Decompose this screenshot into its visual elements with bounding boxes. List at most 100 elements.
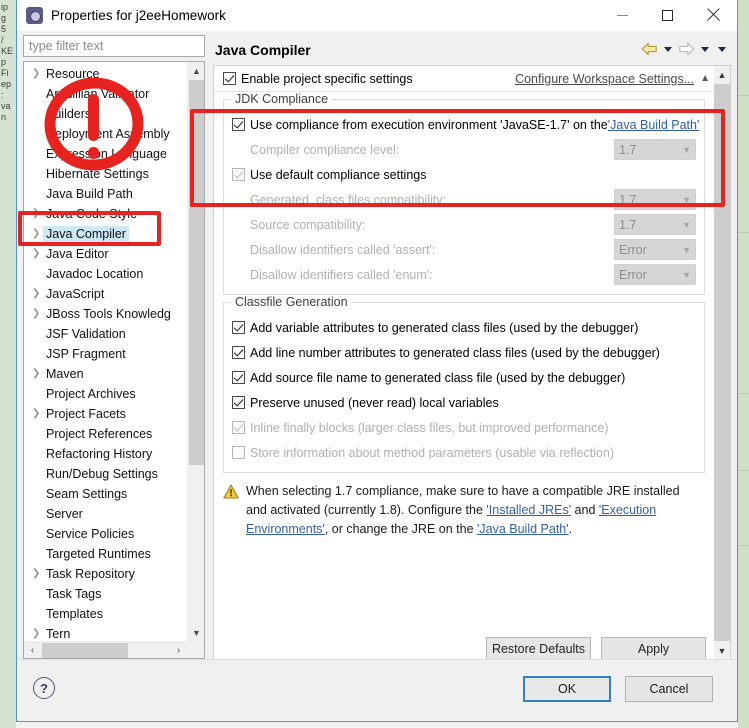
sidebar-item-arquillian-validator[interactable]: ❯Arquillian Validator xyxy=(24,84,187,104)
sidebar-item-service-policies[interactable]: ❯Service Policies xyxy=(24,524,187,544)
classfile-option-checkbox[interactable] xyxy=(232,446,245,459)
page-scroll-up-icon[interactable]: ▲ xyxy=(714,66,730,83)
sidebar-item-project-archives[interactable]: ❯Project Archives xyxy=(24,384,187,404)
sidebar-item-expression-language[interactable]: ❯Expression Language xyxy=(24,144,187,164)
page-vscroll-thumb[interactable] xyxy=(714,84,730,641)
classfile-option-checkbox[interactable] xyxy=(232,371,245,384)
sidebar-item-java-code-style[interactable]: ❯ Java Code Style xyxy=(24,204,187,224)
sidebar-item-project-facets[interactable]: ❯ Project Facets xyxy=(24,404,187,424)
help-question-icon[interactable]: ? xyxy=(33,677,55,699)
enable-project-specific-row[interactable]: Enable project specific settings Configu… xyxy=(214,66,714,92)
use-execution-environment-checkbox[interactable] xyxy=(232,118,245,131)
tree-scroll-down-icon[interactable]: ▼ xyxy=(188,624,204,641)
classfile-option-row[interactable]: Store information about method parameter… xyxy=(232,440,696,465)
close-button[interactable] xyxy=(690,0,735,30)
classfile-option-row[interactable]: Preserve unused (never read) local varia… xyxy=(232,390,696,415)
chevron-up-icon[interactable]: ▲ xyxy=(700,73,710,84)
tree-hscroll-thumb[interactable] xyxy=(42,643,128,658)
sidebar-item-seam-settings[interactable]: ❯Seam Settings xyxy=(24,484,187,504)
ok-button[interactable]: OK xyxy=(523,676,611,702)
tree-horizontal-scrollbar[interactable]: ‹ › xyxy=(24,641,204,658)
sidebar-item-jsp-fragment[interactable]: ❯JSP Fragment xyxy=(24,344,187,364)
tree-scroll-right-icon[interactable]: › xyxy=(170,642,187,658)
classfile-option-checkbox[interactable] xyxy=(232,346,245,359)
generated-class-compatibility-select[interactable]: 1.7 ▼ xyxy=(614,189,696,210)
use-execution-environment-row[interactable]: Use compliance from execution environmen… xyxy=(232,112,699,137)
use-default-compliance-row[interactable]: Use default compliance settings xyxy=(232,162,696,187)
sidebar-item-server[interactable]: ❯Server xyxy=(24,504,187,524)
disallow-enum-select[interactable]: Error ▼ xyxy=(614,264,696,285)
forward-arrow-icon[interactable] xyxy=(678,39,695,59)
use-default-compliance-checkbox[interactable] xyxy=(232,168,245,181)
sidebar-item-jsf-validation[interactable]: ❯JSF Validation xyxy=(24,324,187,344)
sidebar-item-project-references[interactable]: ❯Project References xyxy=(24,424,187,444)
sidebar-item-java-compiler[interactable]: ❯ Java Compiler xyxy=(24,224,187,244)
disallow-assert-row[interactable]: Disallow identifiers called 'assert': Er… xyxy=(232,237,696,262)
classfile-option-row[interactable]: Add source file name to generated class … xyxy=(232,365,696,390)
sidebar-item-hibernate-settings[interactable]: ❯Hibernate Settings xyxy=(24,164,187,184)
sidebar-item-javadoc-location[interactable]: ❯Javadoc Location xyxy=(24,264,187,284)
forward-menu-chevron-down-icon[interactable] xyxy=(701,46,709,52)
sidebar-item-tern[interactable]: ❯ Tern xyxy=(24,624,187,641)
sidebar-item-targeted-runtimes[interactable]: ❯Targeted Runtimes xyxy=(24,544,187,564)
expand-chevron-right-icon[interactable]: ❯ xyxy=(32,409,46,419)
filter-input[interactable]: type filter text xyxy=(23,35,205,57)
minimize-button[interactable] xyxy=(600,0,645,30)
disallow-enum-row[interactable]: Disallow identifiers called 'enum': Erro… xyxy=(232,262,696,287)
sidebar-item-label: Refactoring History xyxy=(46,447,153,461)
java-build-path-link-2[interactable]: 'Java Build Path' xyxy=(477,522,569,536)
expand-chevron-right-icon[interactable]: ❯ xyxy=(32,309,46,319)
view-menu-chevron-down-icon[interactable] xyxy=(718,46,726,52)
restore-defaults-button[interactable]: Restore Defaults xyxy=(486,637,591,659)
back-menu-chevron-down-icon[interactable] xyxy=(664,46,672,52)
tree-scroll-up-icon[interactable]: ▲ xyxy=(188,62,204,79)
enable-project-specific-checkbox[interactable] xyxy=(223,72,236,85)
maximize-button[interactable] xyxy=(645,0,690,30)
sidebar-item-run-debug-settings[interactable]: ❯Run/Debug Settings xyxy=(24,464,187,484)
expand-chevron-right-icon[interactable]: ❯ xyxy=(32,69,46,79)
sidebar-item-task-repository[interactable]: ❯ Task Repository xyxy=(24,564,187,584)
sidebar-item-builders[interactable]: ❯Builders xyxy=(24,104,187,124)
tree-scroll-left-icon[interactable]: ‹ xyxy=(24,642,41,658)
sidebar-item-javascript[interactable]: ❯ JavaScript xyxy=(24,284,187,304)
sidebar-item-java-build-path[interactable]: ❯Java Build Path xyxy=(24,184,187,204)
sidebar-item-task-tags[interactable]: ❯Task Tags xyxy=(24,584,187,604)
classfile-option-row[interactable]: Add line number attributes to generated … xyxy=(232,340,696,365)
classfile-option-checkbox[interactable] xyxy=(232,396,245,409)
expand-chevron-right-icon[interactable]: ❯ xyxy=(32,289,46,299)
installed-jres-link[interactable]: 'Installed JREs' xyxy=(486,503,571,517)
sidebar-item-jboss-tools-knowledg[interactable]: ❯ JBoss Tools Knowledg xyxy=(24,304,187,324)
compiler-compliance-level-row[interactable]: Compiler compliance level: 1.7 ▼ xyxy=(232,137,696,162)
sidebar-item-label: Arquillian Validator xyxy=(46,87,150,101)
sidebar-item-java-editor[interactable]: ❯ Java Editor xyxy=(24,244,187,264)
expand-chevron-right-icon[interactable]: ❯ xyxy=(32,369,46,379)
java-build-path-link-1[interactable]: 'Java Build Path' xyxy=(608,118,700,132)
classfile-option-row[interactable]: Inline finally blocks (larger class file… xyxy=(232,415,696,440)
expand-chevron-right-icon[interactable]: ❯ xyxy=(32,629,46,639)
sidebar-item-refactoring-history[interactable]: ❯Refactoring History xyxy=(24,444,187,464)
configure-workspace-settings-link[interactable]: Configure Workspace Settings... xyxy=(515,72,694,86)
expand-chevron-right-icon[interactable]: ❯ xyxy=(32,249,46,259)
disallow-assert-select[interactable]: Error ▼ xyxy=(614,239,696,260)
expand-chevron-right-icon[interactable]: ❯ xyxy=(32,209,46,219)
sidebar-item-templates[interactable]: ❯Templates xyxy=(24,604,187,624)
sidebar-item-maven[interactable]: ❯ Maven xyxy=(24,364,187,384)
sidebar-item-resource[interactable]: ❯ Resource xyxy=(24,64,187,84)
tree-vscroll-thumb[interactable] xyxy=(189,80,204,465)
generated-class-compatibility-row[interactable]: Generated .class files compatibility: 1.… xyxy=(232,187,696,212)
expand-chevron-right-icon[interactable]: ❯ xyxy=(32,569,46,579)
page-vertical-scrollbar[interactable]: ▲ ▼ xyxy=(714,66,730,659)
cancel-button[interactable]: Cancel xyxy=(625,676,713,702)
classfile-option-checkbox[interactable] xyxy=(232,421,245,434)
compiler-compliance-level-select[interactable]: 1.7 ▼ xyxy=(614,139,696,160)
classfile-option-row[interactable]: Add variable attributes to generated cla… xyxy=(232,315,696,340)
back-arrow-icon[interactable] xyxy=(641,39,658,59)
sidebar-item-label: JBoss Tools Knowledg xyxy=(46,307,171,321)
tree-vertical-scrollbar[interactable]: ▲ ▼ xyxy=(187,62,204,641)
source-compatibility-select[interactable]: 1.7 ▼ xyxy=(614,214,696,235)
sidebar-item-deployment-assembly[interactable]: ❯Deployment Assembly xyxy=(24,124,187,144)
apply-button[interactable]: Apply xyxy=(601,637,706,659)
classfile-option-checkbox[interactable] xyxy=(232,321,245,334)
page-scroll-down-icon[interactable]: ▼ xyxy=(714,642,730,659)
source-compatibility-row[interactable]: Source compatibility: 1.7 ▼ xyxy=(232,212,696,237)
